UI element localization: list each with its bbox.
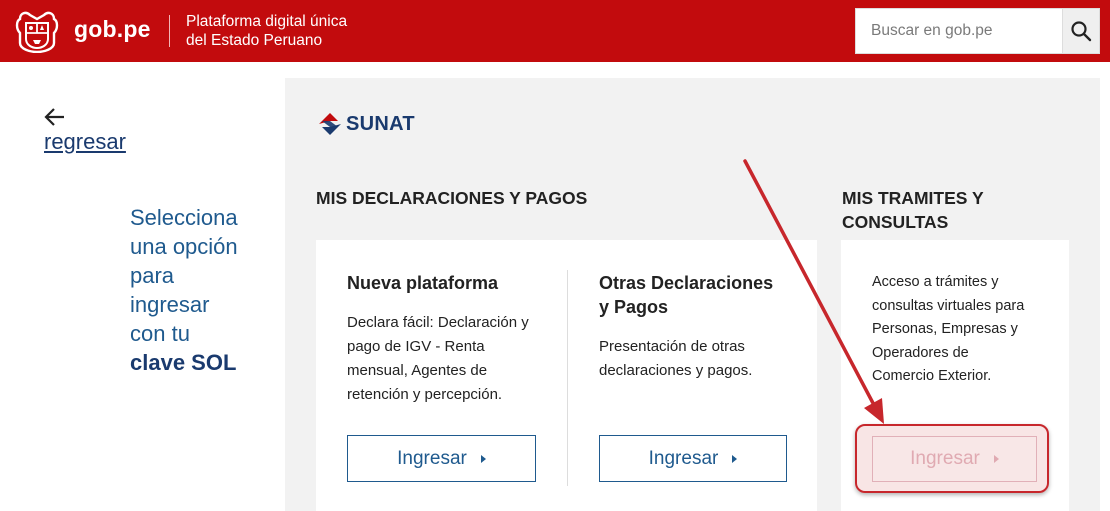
prompt-bold: clave SOL: [130, 350, 237, 375]
caret-right-icon: [480, 454, 486, 463]
prompt-line4: ingresar: [130, 292, 210, 317]
ingresar-otras-button[interactable]: Ingresar: [599, 435, 787, 482]
otras-title-line2: y Pagos: [599, 297, 669, 317]
prompt-line2: una opción: [130, 234, 238, 259]
top-header: gob.pe Plataforma digital única del Esta…: [0, 0, 1110, 62]
back-link[interactable]: regresar: [44, 129, 126, 155]
otras-declaraciones-desc: Presentación de otras declaraciones y pa…: [599, 335, 799, 383]
ingresar-nueva-button[interactable]: Ingresar: [347, 435, 536, 482]
nueva-desc-line4: retención y percepción.: [347, 386, 503, 403]
sunat-logo-icon: [319, 113, 341, 135]
tramites-desc-line2: consultas virtuales para: [872, 297, 1025, 314]
ingresar-tramites-button[interactable]: Ingresar: [872, 436, 1037, 482]
nueva-plataforma-title: Nueva plataforma: [347, 273, 499, 293]
tramites-desc: Acceso a trámites y consultas virtuales …: [872, 271, 1062, 389]
ingresar-otras-label: Ingresar: [648, 447, 719, 469]
otras-declaraciones-title: Otras Declaraciones y Pagos: [599, 273, 773, 318]
sunat-logo-text: SUNAT: [346, 113, 415, 135]
tramites-desc-line1: Acceso a trámites y: [872, 274, 999, 290]
ingresar-nueva-label: Ingresar: [397, 447, 467, 469]
brand-divider: [169, 15, 170, 47]
arrow-left-icon[interactable]: [44, 106, 66, 128]
section-title-declaraciones: MIS DECLARACIONES Y PAGOS: [316, 188, 588, 208]
nueva-plataforma-desc: Declara fácil: Declaración y pago de IGV…: [347, 311, 547, 407]
caret-right-icon: [732, 454, 738, 463]
tagline-line1: Plataforma digital única: [186, 13, 348, 30]
select-option-prompt: Selecciona una opción para ingresar con …: [130, 203, 280, 377]
tagline-line2: del Estado Peruano: [186, 32, 323, 49]
tramites-desc-line3: Personas, Empresas y: [872, 321, 1018, 337]
search-box: [855, 8, 1063, 54]
prompt-line5: con tu: [130, 321, 190, 346]
otras-desc-line2: declaraciones y pagos.: [599, 362, 753, 379]
nueva-desc-line1: Declara fácil: Declaración y: [347, 314, 529, 331]
nueva-desc-line2: pago de IGV - Renta: [347, 338, 485, 355]
search-input[interactable]: [856, 9, 1062, 53]
nueva-desc-line3: mensual, Agentes de: [347, 362, 488, 379]
section-title-tramites-line1: MIS TRAMITES Y: [842, 188, 984, 208]
otras-desc-line1: Presentación de otras: [599, 338, 745, 355]
caret-right-icon: [993, 455, 999, 463]
prompt-line1: Selecciona: [130, 205, 238, 230]
search-icon: [1071, 21, 1092, 42]
tramites-desc-line4: Operadores de: [872, 344, 969, 361]
tramites-desc-line5: Comercio Exterior.: [872, 368, 992, 384]
peru-shield-icon[interactable]: [14, 9, 60, 53]
ingresar-tramites-label: Ingresar: [910, 448, 980, 469]
card-divider: [567, 270, 568, 486]
prompt-line3: para: [130, 263, 175, 288]
brand-name[interactable]: gob.pe: [74, 16, 151, 43]
section-title-tramites-line2: CONSULTAS: [842, 212, 949, 232]
search-button[interactable]: [1063, 8, 1100, 54]
otras-title-line1: Otras Declaraciones: [599, 273, 774, 293]
